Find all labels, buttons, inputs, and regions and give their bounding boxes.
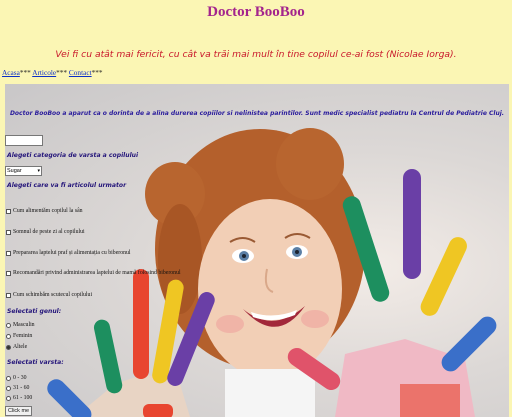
next-article-label: Alegeti care va fi articolul urmator (7, 182, 127, 189)
option-label: Cum alimentăm copilul la sân (13, 208, 83, 214)
radio-button[interactable] (6, 385, 11, 391)
gender-option[interactable]: Feminin (6, 333, 32, 339)
age-option[interactable]: 61 - 100 (6, 395, 32, 401)
age-option[interactable]: 31 - 60 (6, 385, 29, 391)
intro-text: Doctor BooBoo a aparut ca o dorinta de a… (9, 110, 505, 117)
nav-bar: Acasa*** Articole*** Contact*** (2, 68, 103, 77)
article-option[interactable]: Somnul de peste zi al copilului (6, 229, 85, 235)
option-label: 61 - 100 (13, 395, 33, 401)
radio-button[interactable] (6, 322, 11, 328)
checkbox[interactable] (6, 229, 11, 235)
checkbox[interactable] (6, 292, 11, 298)
age-category-label: Alegeti categoria de varsta a copilului (7, 152, 139, 159)
option-label: Feminin (13, 333, 33, 339)
option-label: Masculin (13, 322, 35, 328)
option-label: 31 - 60 (13, 385, 30, 391)
nav-separator: *** (91, 68, 103, 77)
article-option[interactable]: Recomandări privind administrarea laptel… (6, 270, 181, 276)
site-title: Doctor BooBoo (207, 4, 305, 20)
radio-button[interactable] (6, 333, 11, 339)
radio-button[interactable] (6, 395, 11, 401)
article-option[interactable]: Cum schimbăm scutecul copilului (6, 292, 92, 298)
nav-link-articole[interactable]: Articole (32, 68, 56, 77)
option-label: 0 - 30 (13, 375, 27, 381)
gender-label: Selectati genul: (7, 308, 62, 315)
nav-link-acasa[interactable]: Acasa (2, 68, 20, 77)
nav-link-contact[interactable]: Contact (69, 68, 92, 77)
chevron-down-icon: ▾ (37, 168, 40, 174)
nav-separator: *** (56, 68, 68, 77)
submit-button[interactable]: Click me (5, 406, 33, 416)
header-quote: Vei fi cu atât mai fericit, cu cât va tr… (55, 49, 457, 60)
radio-button[interactable] (6, 344, 11, 350)
article-option[interactable]: Prepararea laptelui praf și alimentația … (6, 250, 131, 256)
option-label: Cum schimbăm scutecul copilului (13, 292, 93, 298)
age-category-selected: Sugar (7, 168, 22, 174)
option-label: Somnul de peste zi al copilului (13, 229, 85, 235)
option-label: Altele (13, 344, 28, 350)
gender-option[interactable]: Altele (6, 344, 27, 350)
main-content: Doctor BooBoo a aparut ca o dorinta de a… (5, 84, 509, 417)
gender-option[interactable]: Masculin (6, 322, 35, 328)
radio-button[interactable] (6, 375, 11, 381)
age-label: Selectati varsta: (7, 359, 64, 366)
age-category-select[interactable]: Sugar ▾ (5, 166, 42, 176)
age-option[interactable]: 0 - 30 (6, 375, 27, 381)
checkbox[interactable] (6, 208, 11, 214)
checkbox[interactable] (6, 250, 11, 256)
option-label: Recomandări privind administrarea laptel… (13, 270, 181, 276)
checkbox[interactable] (6, 270, 11, 276)
search-input[interactable] (5, 135, 43, 146)
article-option[interactable]: Cum alimentăm copilul la sân (6, 208, 83, 214)
option-label: Prepararea laptelui praf și alimentația … (13, 250, 131, 256)
nav-separator: *** (19, 68, 31, 77)
